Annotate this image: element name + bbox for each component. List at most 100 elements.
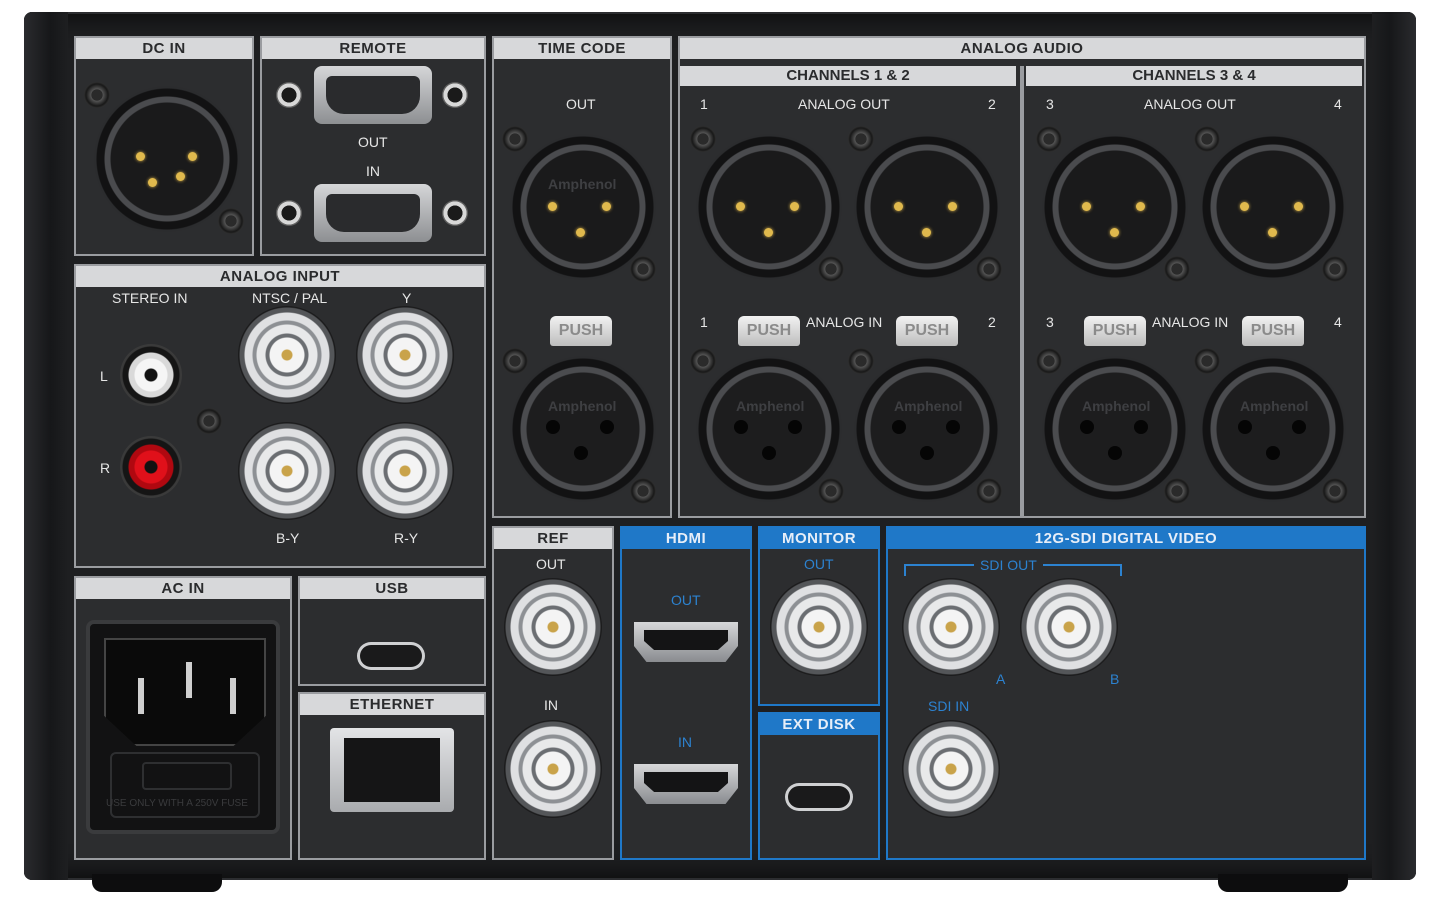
screw (818, 256, 844, 282)
ref-in-bnc[interactable] (504, 720, 602, 818)
usb-c-port[interactable] (360, 645, 422, 667)
time-code-title: TIME CODE (494, 38, 670, 59)
sdi-title: 12G-SDI DIGITAL VIDEO (888, 528, 1364, 549)
hdmi-in-port[interactable] (634, 764, 738, 804)
screw (976, 256, 1002, 282)
pin (188, 152, 197, 161)
fuse-rating-text: USE ONLY WITH A 250V FUSE (106, 798, 248, 809)
y-label: Y (402, 290, 412, 306)
screw (1036, 126, 1062, 152)
screw (976, 478, 1002, 504)
ch2-analog-out-xlr[interactable] (854, 134, 1000, 280)
screw (196, 408, 222, 434)
amphenol-text: Amphenol (1082, 398, 1151, 414)
pin (1082, 202, 1091, 211)
pin (148, 178, 157, 187)
pin (894, 202, 903, 211)
ch4-analog-out-xlr[interactable] (1200, 134, 1346, 280)
screw (1322, 256, 1348, 282)
socket (788, 420, 802, 434)
b-y-bnc[interactable] (238, 422, 336, 520)
sdi-out-b-bnc[interactable] (1020, 578, 1118, 676)
right-rail (1372, 12, 1416, 880)
pin (602, 202, 611, 211)
time-code-out-label: OUT (566, 96, 596, 112)
stereo-in-label: STEREO IN (112, 290, 188, 306)
pin (1240, 202, 1249, 211)
monitor-out-bnc[interactable] (770, 578, 868, 676)
ch3-analog-in-xlr[interactable] (1042, 356, 1188, 502)
stereo-in-right-rca[interactable] (120, 436, 182, 498)
b-y-label: B-Y (276, 530, 300, 546)
pin (136, 152, 145, 161)
sdi-b-label: B (1110, 671, 1120, 687)
socket (762, 446, 776, 460)
ch3-out-num: 3 (1046, 96, 1054, 112)
remote-in-port[interactable] (314, 184, 432, 242)
ch3-push-latch[interactable]: PUSH (1084, 316, 1146, 346)
socket (1266, 446, 1280, 460)
ch1-in-num: 1 (700, 314, 708, 330)
hdmi-out-port[interactable] (634, 622, 738, 662)
analog-input-title: ANALOG INPUT (76, 266, 484, 287)
dc-in-xlr-connector[interactable] (94, 86, 240, 232)
stereo-in-left-rca[interactable] (120, 344, 182, 406)
screw (690, 126, 716, 152)
ch2-push-latch[interactable]: PUSH (896, 316, 958, 346)
ntsc-pal-bnc[interactable] (238, 306, 336, 404)
screw (1194, 126, 1220, 152)
channels-34-title: CHANNELS 3 & 4 (1026, 66, 1362, 86)
screw (502, 126, 528, 152)
remote-standoff (276, 82, 302, 108)
screw (848, 126, 874, 152)
r-label: R (100, 460, 111, 476)
r-y-bnc[interactable] (356, 422, 454, 520)
remote-standoff (276, 200, 302, 226)
screw (818, 478, 844, 504)
ch2-analog-in-xlr[interactable] (854, 356, 1000, 502)
sdi-in-bnc[interactable] (902, 720, 1000, 818)
ch4-push-latch[interactable]: PUSH (1242, 316, 1304, 346)
ch12-analog-in-label: ANALOG IN (806, 314, 883, 330)
socket (1080, 420, 1094, 434)
dc-in-title: DC IN (76, 38, 252, 59)
time-code-push-latch[interactable]: PUSH (550, 316, 612, 346)
ch12-analog-out-label: ANALOG OUT (798, 96, 890, 112)
screw (630, 478, 656, 504)
ch3-analog-out-xlr[interactable] (1042, 134, 1188, 280)
ethernet-title: ETHERNET (300, 694, 484, 715)
pin (790, 202, 799, 211)
ch1-analog-in-xlr[interactable] (696, 356, 842, 502)
ch1-out-num: 1 (700, 96, 708, 112)
y-bnc[interactable] (356, 306, 454, 404)
ch4-analog-in-xlr[interactable] (1200, 356, 1346, 502)
socket (920, 446, 934, 460)
hdmi-out-label: OUT (671, 592, 701, 608)
screw (502, 348, 528, 374)
ref-out-label: OUT (536, 556, 566, 572)
socket (1108, 446, 1122, 460)
pin (1136, 202, 1145, 211)
pin (576, 228, 585, 237)
sdi-out-a-bnc[interactable] (902, 578, 1000, 676)
hdmi-in-label: IN (678, 734, 692, 750)
time-code-out-xlr[interactable] (510, 134, 656, 280)
ext-disk-usb-c-port[interactable] (788, 786, 850, 808)
usb-panel: USB (298, 576, 486, 686)
ch1-analog-out-xlr[interactable] (696, 134, 842, 280)
screw (630, 256, 656, 282)
ref-out-bnc[interactable] (504, 578, 602, 676)
screw (848, 348, 874, 374)
ref-in-label: IN (544, 697, 558, 713)
screw (1036, 348, 1062, 374)
ch1-push-latch[interactable]: PUSH (738, 316, 800, 346)
ethernet-rj45-port[interactable] (330, 728, 454, 812)
amphenol-text: Amphenol (1240, 398, 1309, 414)
amphenol-text: Amphenol (736, 398, 805, 414)
pin (548, 202, 557, 211)
time-code-in-xlr[interactable] (510, 356, 656, 502)
hdmi-title: HDMI (622, 528, 750, 549)
ref-title: REF (494, 528, 612, 549)
remote-out-port[interactable] (314, 66, 432, 124)
pin (948, 202, 957, 211)
